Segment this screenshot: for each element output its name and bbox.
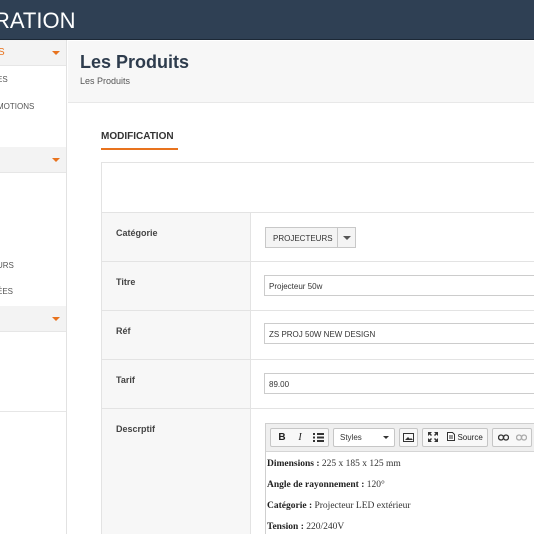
image-icon: [400, 429, 417, 446]
spec-line: Dimensions : 225 x 185 x 125 mm: [267, 459, 401, 469]
sidebar-item[interactable]: MOTIONS: [0, 102, 34, 111]
italic-button[interactable]: I: [291, 429, 309, 446]
page-title: Les Produits: [80, 52, 190, 72]
breadcrumb[interactable]: Les Produits: [80, 76, 130, 86]
form-row-ref: Réf ZS PROJ 50W NEW DESIGN: [102, 310, 534, 359]
editor-content[interactable]: Dimensions : 225 x 185 x 125 mm Angle de…: [266, 453, 534, 534]
categorie-label: Catégorie: [116, 228, 158, 238]
sidebar-item[interactable]: URS: [0, 261, 14, 270]
form-row-titre: Titre Projecteur 50w: [102, 261, 534, 310]
form-empty-row: [102, 163, 534, 212]
categorie-select[interactable]: PROJECTEURS: [265, 227, 356, 248]
tarif-input[interactable]: 89.00: [264, 373, 534, 394]
ref-label: Réf: [116, 326, 131, 336]
link-group: [492, 428, 532, 447]
app-title: RATION: [0, 8, 76, 33]
sidebar-section-label: S: [0, 47, 5, 58]
chevron-down-icon: [52, 317, 60, 321]
image-button[interactable]: [399, 428, 418, 447]
chevron-down-icon: [343, 236, 351, 240]
spec-line: Tension : 220/240V: [267, 522, 345, 532]
ref-input[interactable]: ZS PROJ 50W NEW DESIGN: [264, 323, 534, 344]
spec-line: Angle de rayonnement : 120°: [267, 480, 385, 490]
form-row-tarif: Tarif 89.00: [102, 359, 534, 408]
tab-active-indicator: [101, 148, 178, 150]
rich-text-editor[interactable]: B I Styles Source Dimensions: 225 x 185…: [265, 423, 534, 534]
categorie-select-value: PROJECTEURS: [273, 234, 333, 243]
page-header: Les Produits Les Produits: [68, 41, 534, 103]
product-form: Catégorie PROJECTEURS Titre Projecteur 5…: [101, 162, 534, 534]
bulleted-list-icon[interactable]: [309, 429, 327, 446]
sidebar-section-1[interactable]: S: [0, 40, 66, 66]
source-button[interactable]: Source: [442, 429, 488, 446]
chevron-down-icon: [52, 158, 60, 162]
top-bar: RATION: [0, 0, 534, 40]
editor-toolbar: B I Styles Source: [266, 424, 534, 452]
format-group: B I: [270, 428, 329, 447]
main-content: Les Produits Les Produits MODIFICATION C…: [68, 41, 534, 534]
source-label: Source: [457, 433, 483, 442]
chevron-down-icon: [383, 436, 389, 439]
sidebar-item[interactable]: ES: [0, 75, 8, 84]
form-row-categorie: Catégorie PROJECTEURS: [102, 212, 534, 261]
titre-input[interactable]: Projecteur 50w: [264, 275, 534, 296]
styles-dropdown-label: Styles: [340, 433, 362, 442]
sidebar-section-3[interactable]: [0, 306, 66, 332]
descriptif-label: Descrptif: [116, 424, 156, 434]
sidebar-divider: [0, 411, 66, 412]
tarif-label: Tarif: [116, 375, 135, 385]
maximize-icon[interactable]: [424, 429, 442, 446]
sidebar-item[interactable]: ÉES: [0, 287, 13, 296]
chevron-down-icon: [52, 51, 60, 55]
form-row-descriptif: Descrptif B I Styles Source Dimensions:…: [102, 408, 534, 534]
spec-line: Catégorie : Projecteur LED extérieur: [267, 501, 411, 511]
sidebar-section-2[interactable]: [0, 147, 66, 173]
bold-button[interactable]: B: [273, 429, 291, 446]
sidebar: S ES MOTIONS URS ÉES: [0, 40, 67, 534]
link-icon[interactable]: [494, 429, 512, 446]
unlink-icon[interactable]: [512, 429, 530, 446]
styles-dropdown[interactable]: Styles: [333, 428, 395, 447]
view-group: Source: [422, 428, 488, 447]
titre-label: Titre: [116, 277, 136, 287]
tab-modification[interactable]: MODIFICATION: [101, 131, 174, 142]
